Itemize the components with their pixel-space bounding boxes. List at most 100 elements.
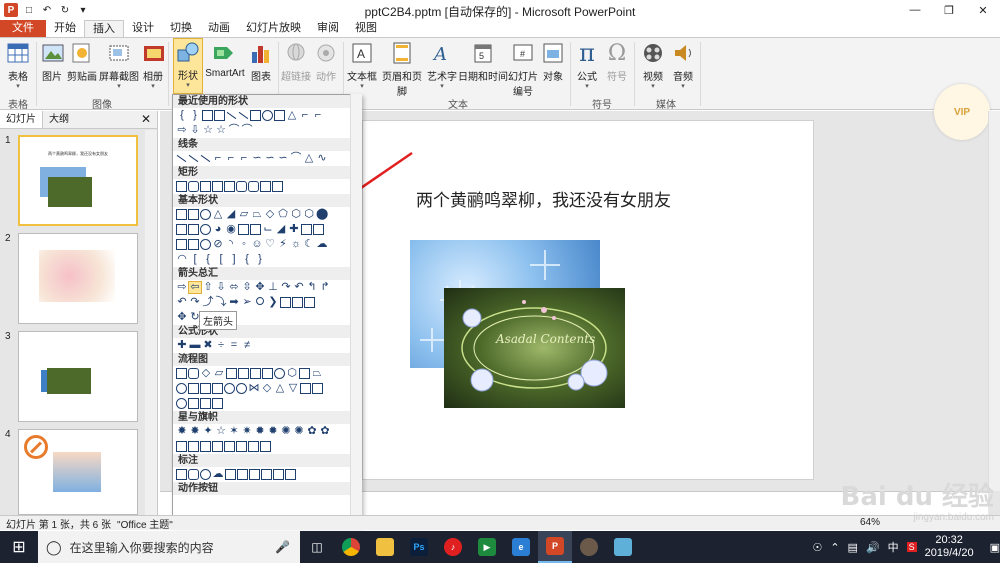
edge-icon[interactable]: e (504, 531, 538, 563)
decagon-shape[interactable] (176, 224, 187, 235)
triangle-shape[interactable]: △ (286, 110, 298, 121)
alternate-process-shape[interactable] (188, 368, 199, 379)
half-frame-shape[interactable] (250, 224, 261, 235)
snip-rectangle-shape[interactable] (200, 181, 211, 192)
curved-ribbon-shape[interactable] (200, 441, 211, 452)
display-shape[interactable] (212, 398, 223, 409)
plus-shape[interactable]: ✚ (176, 340, 188, 351)
taskbar-search-box[interactable]: ◯ 在这里输入你要搜索的内容 🎤 (38, 531, 300, 563)
rectangle-shape[interactable] (176, 181, 187, 192)
star-32-shape[interactable]: ✿ (319, 426, 331, 437)
line-shape[interactable] (238, 111, 249, 120)
tab-outline[interactable]: 大纲 (43, 111, 75, 128)
curve-shape[interactable]: ⌒ (290, 153, 302, 164)
ribbon-shape[interactable] (188, 441, 199, 452)
bent-up-arrow-shape[interactable]: ↱ (319, 282, 331, 293)
card-shape[interactable] (200, 383, 211, 394)
diamond-shape[interactable]: ◇ (264, 209, 276, 220)
triangle-shape[interactable]: △ (212, 209, 224, 220)
brace-shape[interactable]: { (241, 254, 253, 265)
extract-shape[interactable]: △ (274, 383, 286, 394)
task-view-icon[interactable]: ◫ (300, 531, 334, 563)
netease-music-icon[interactable]: ♪ (436, 531, 470, 563)
rounded-rectangle-shape[interactable] (188, 181, 199, 192)
close-icon[interactable]: ✕ (141, 112, 151, 126)
rectangle-shape[interactable] (274, 110, 285, 121)
pie-shape[interactable] (200, 224, 211, 235)
right-arrow-shape[interactable]: ⇨ (176, 125, 188, 136)
line-shape[interactable] (200, 154, 211, 163)
star-5-shape[interactable]: ☆ (215, 426, 227, 437)
oval-shape[interactable] (262, 110, 273, 121)
decision-shape[interactable]: ◇ (200, 368, 212, 379)
dodecagon-shape[interactable] (188, 224, 199, 235)
lightning-shape[interactable]: ⚡ (277, 239, 289, 250)
left-up-arrow-shape[interactable]: ↰ (306, 282, 318, 293)
sort-shape[interactable]: ◇ (261, 383, 273, 394)
up-down-arrow-shape[interactable]: ⇳ (241, 282, 253, 293)
chord-shape[interactable]: ◕ (212, 224, 224, 235)
line-shape[interactable] (176, 154, 187, 163)
star-shape[interactable]: ☆ (215, 125, 227, 136)
donut-shape[interactable] (200, 239, 211, 250)
no-symbol-shape[interactable]: ⊘ (212, 239, 224, 250)
line-shape[interactable] (188, 154, 199, 163)
picture-shape[interactable] (202, 110, 213, 121)
slide-thumbnail[interactable] (18, 331, 138, 422)
elbow-connector-shape[interactable]: ⌐ (212, 153, 224, 164)
left-right-up-arrow-shape[interactable]: ⊥ (267, 282, 279, 293)
callout-shape[interactable] (176, 469, 187, 480)
divide-shape[interactable]: ÷ (215, 340, 227, 351)
clock[interactable]: 20:32 2019/4/20 (925, 534, 974, 560)
curved-up-arrow-shape[interactable]: ⤴ (202, 297, 214, 308)
people-icon[interactable]: ☉ (812, 541, 822, 554)
data-shape[interactable]: ▱ (213, 368, 225, 379)
wave-shape[interactable] (248, 441, 259, 452)
brace-shape[interactable]: } (189, 110, 201, 121)
callout-arrow-shape[interactable] (292, 297, 303, 308)
oval-callout-shape[interactable] (200, 469, 211, 480)
multiply-shape[interactable]: ✖ (202, 340, 214, 351)
star-4-shape[interactable]: ✦ (202, 426, 214, 437)
curved-down-arrow-shape[interactable]: ⤵ (215, 297, 227, 308)
diagonal-stripe-shape[interactable]: ◢ (275, 224, 287, 235)
folded-corner-shape[interactable]: ◦ (238, 239, 250, 250)
textbox-shape[interactable] (176, 209, 187, 220)
curve-shape[interactable]: ⌒ (241, 125, 253, 136)
minus-shape[interactable]: ▬ (189, 340, 201, 351)
stored-data-shape[interactable] (300, 383, 311, 394)
star-12-shape[interactable]: ✺ (280, 426, 292, 437)
line-callout-shape[interactable] (237, 469, 248, 480)
callout-shape[interactable] (188, 469, 199, 480)
double-wave-shape[interactable] (260, 441, 271, 452)
curved-connector-shape[interactable]: ∽ (251, 153, 263, 164)
slide-vertical-scrollbar[interactable] (988, 111, 1000, 491)
ime-indicator[interactable]: 中 (888, 539, 899, 555)
scroll-shape[interactable] (224, 441, 235, 452)
striped-right-arrow-shape[interactable]: ➡ (228, 297, 240, 308)
line-callout-shape[interactable] (249, 469, 260, 480)
network-icon[interactable]: ▤ (848, 541, 858, 554)
windows-start-icon[interactable]: ⊞ (0, 531, 38, 563)
sogou-icon[interactable]: S (906, 542, 917, 552)
snip-rectangle-shape[interactable] (224, 181, 235, 192)
bracket-shape[interactable]: ] (228, 254, 240, 265)
line-callout-shape[interactable] (261, 469, 272, 480)
l-shape[interactable]: ⌙ (262, 224, 274, 235)
cross-shape[interactable]: ✚ (288, 224, 300, 235)
callout-arrow-shape[interactable] (280, 297, 291, 308)
multidocument-shape[interactable] (262, 368, 273, 379)
notched-right-arrow-shape[interactable]: ➢ (241, 297, 253, 308)
connector-shape[interactable]: ⌐ (312, 110, 324, 121)
sun-shape[interactable]: ☼ (290, 239, 302, 250)
merge-shape[interactable]: ▽ (287, 383, 299, 394)
tab-slides[interactable]: 幻灯片 (0, 111, 43, 128)
equal-shape[interactable]: = (228, 340, 240, 351)
direct-storage-shape[interactable] (200, 398, 211, 409)
round-rectangle-shape[interactable] (248, 181, 259, 192)
picture-shape[interactable] (214, 110, 225, 121)
delay-shape[interactable] (312, 383, 323, 394)
bracket-shape[interactable]: [ (189, 254, 201, 265)
rectangle-shape[interactable] (272, 181, 283, 192)
freeform-shape[interactable]: △ (303, 153, 315, 164)
